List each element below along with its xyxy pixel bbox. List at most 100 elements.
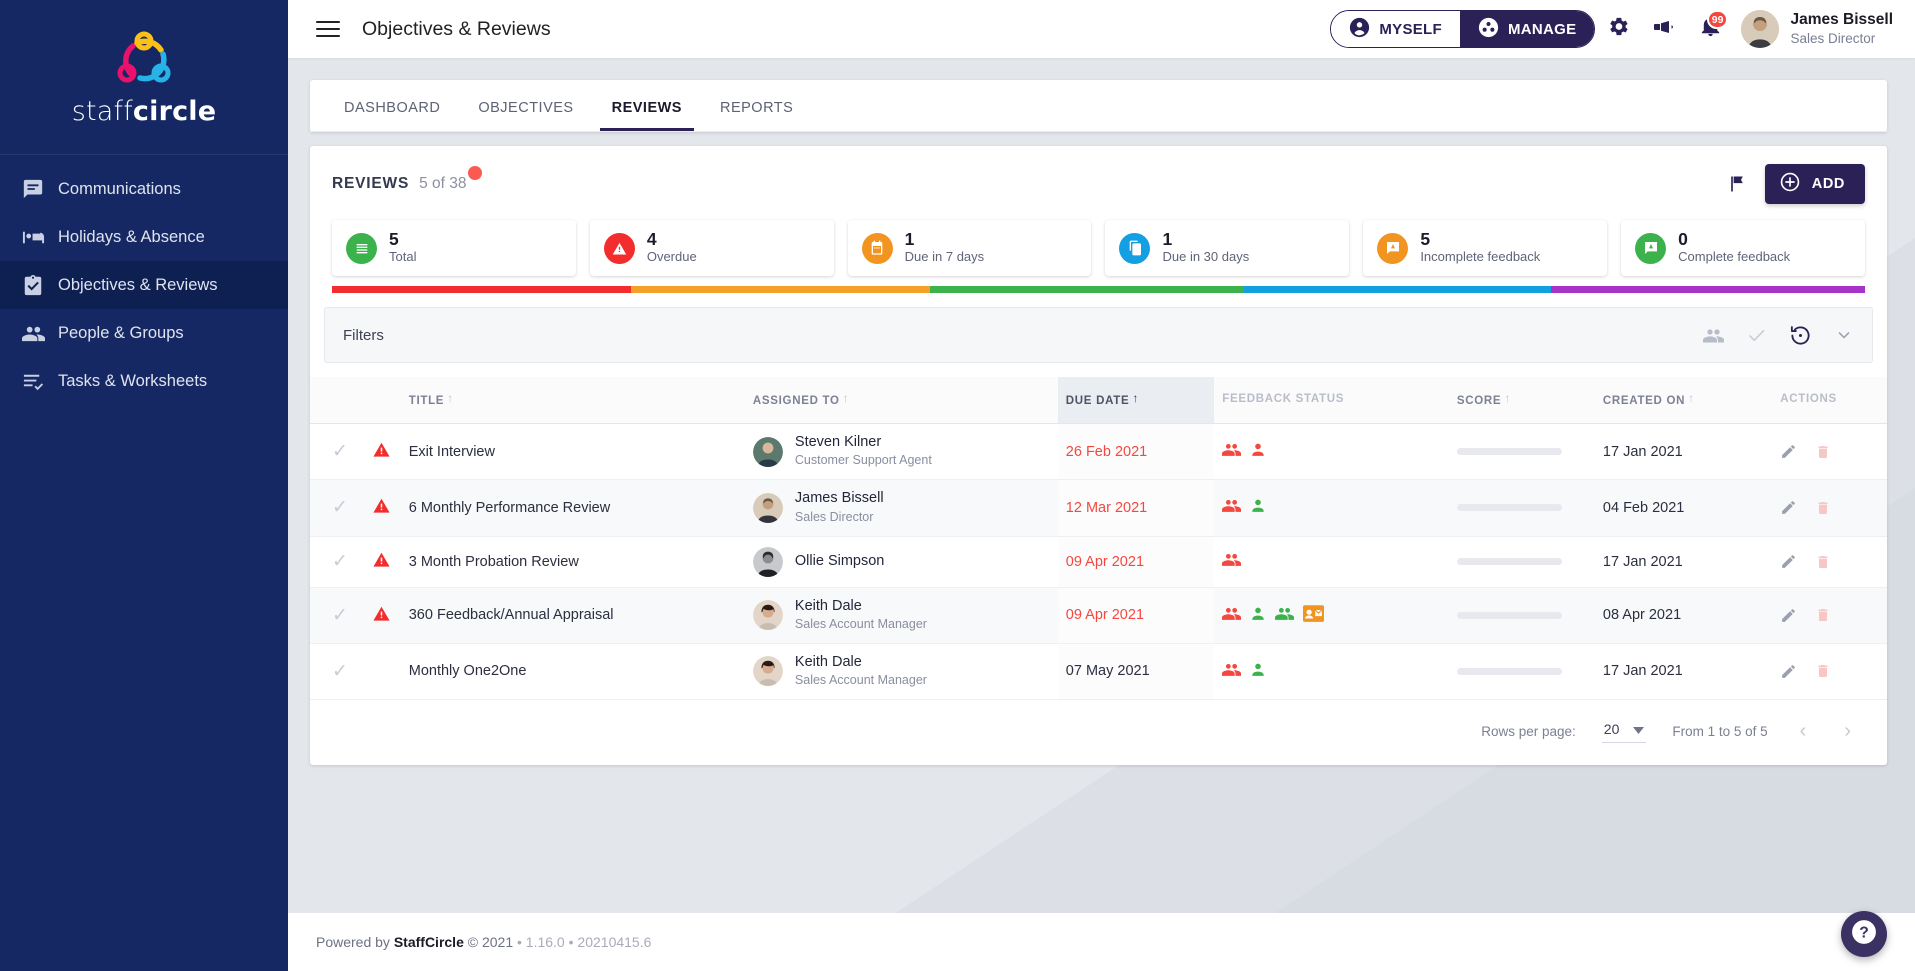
stat-value: 5 <box>1420 229 1431 250</box>
chevron-left-icon[interactable]: ‹ <box>1794 720 1813 743</box>
assignee[interactable]: Keith Dale Sales Account Manager <box>752 598 1050 633</box>
tab-dashboard[interactable]: DASHBOARD <box>332 100 452 131</box>
sidebar-item-holidays-absence[interactable]: Holidays & Absence <box>0 213 288 261</box>
check-icon[interactable]: ✓ <box>332 497 348 518</box>
settings-button[interactable] <box>1595 6 1641 52</box>
edit-icon[interactable] <box>1780 663 1797 680</box>
feedback-status-icons <box>1222 550 1441 573</box>
table-row[interactable]: ✓ 360 Feedback/Annual Appraisal Keith Da… <box>310 587 1887 644</box>
sidebar-item-tasks-worksheets[interactable]: Tasks & Worksheets <box>0 357 288 405</box>
th-title[interactable]: TITLE ↑ <box>400 377 745 424</box>
people-filter-icon[interactable] <box>1703 325 1724 346</box>
stat-card-complete-feedback[interactable]: 0 Complete feedback <box>1621 220 1865 276</box>
th-created-on[interactable]: CREATED ON ↑ <box>1594 377 1773 424</box>
row-select-cell[interactable]: ✓ <box>310 536 365 588</box>
th-due-date[interactable]: DUE DATE ↑ <box>1057 377 1215 424</box>
assignee[interactable]: James Bissell Sales Director <box>752 490 1050 525</box>
filters-bar[interactable]: Filters <box>324 307 1873 363</box>
brand-logo[interactable]: staffcircle <box>0 0 288 155</box>
check-icon[interactable]: ✓ <box>332 661 348 682</box>
table-row[interactable]: ✓ Exit Interview Steven Kilner Customer … <box>310 423 1887 481</box>
footer-prefix: Powered by <box>316 934 390 950</box>
row-title[interactable]: 360 Feedback/Annual Appraisal <box>400 587 745 644</box>
row-title[interactable]: 6 Monthly Performance Review <box>400 479 745 537</box>
edit-icon[interactable] <box>1780 443 1797 460</box>
stat-card-due-30-days[interactable]: 1 Due in 30 days <box>1105 220 1350 276</box>
stat-card-incomplete-feedback[interactable]: 5 Incomplete feedback <box>1363 220 1608 276</box>
assignee[interactable]: Keith Dale Sales Account Manager <box>752 654 1050 689</box>
check-icon[interactable]: ✓ <box>332 441 348 462</box>
check-icon[interactable] <box>1746 325 1767 346</box>
th-score[interactable]: SCORE ↑ <box>1448 377 1595 424</box>
stat-card-total[interactable]: 5 Total <box>332 220 576 276</box>
edit-icon[interactable] <box>1780 607 1797 624</box>
sidebar-item-people-groups[interactable]: People & Groups <box>0 309 288 357</box>
sidebar-item-communications[interactable]: Communications <box>0 165 288 213</box>
help-button[interactable]: ? <box>1841 911 1887 957</box>
assignee[interactable]: Steven Kilner Customer Support Agent <box>752 434 1050 469</box>
person-icon <box>1250 496 1266 519</box>
flag-icon[interactable] <box>1727 174 1747 194</box>
check-icon[interactable]: ✓ <box>332 605 348 626</box>
stat-value: 1 <box>1162 229 1173 250</box>
table-row[interactable]: ✓ 3 Month Probation Review Ollie Simpson <box>310 536 1887 588</box>
row-actions <box>1780 663 1879 680</box>
restore-icon[interactable] <box>1789 324 1812 347</box>
rows-per-page-select[interactable]: 20 <box>1601 721 1647 743</box>
th-assigned-to[interactable]: ASSIGNED TO ↑ <box>744 377 1058 424</box>
table-header-row: TITLE ↑ ASSIGNED TO ↑ DUE DATE ↑ FEEDBACK S… <box>310 377 1887 424</box>
row-due-date: 09 Apr 2021 <box>1057 587 1215 644</box>
row-title[interactable]: Monthly One2One <box>400 643 745 701</box>
row-select-cell[interactable]: ✓ <box>310 423 365 481</box>
assignee-name: James Bissell <box>794 490 884 507</box>
stat-card-overdue[interactable]: 4 Overdue <box>589 220 834 276</box>
tab-reports[interactable]: REPORTS <box>708 100 805 131</box>
table-row[interactable]: ✓ 6 Monthly Performance Review James Bis… <box>310 479 1887 537</box>
delete-icon[interactable] <box>1815 663 1831 679</box>
edit-icon[interactable] <box>1780 553 1797 570</box>
manage-button[interactable]: MANAGE <box>1459 11 1595 47</box>
assignee-role: Sales Account Manager <box>794 673 927 688</box>
chat-icon <box>22 178 58 200</box>
row-select-cell[interactable]: ✓ <box>310 587 365 644</box>
announcements-button[interactable] <box>1641 6 1687 52</box>
feedback-status-icons <box>1222 604 1441 627</box>
th-select <box>310 377 365 424</box>
stat-value: 5 <box>389 229 399 250</box>
notifications-button[interactable]: 99 <box>1687 6 1733 52</box>
tab-objectives[interactable]: OBJECTIVES <box>466 100 585 131</box>
avatar <box>752 600 783 631</box>
check-icon[interactable]: ✓ <box>332 551 348 572</box>
tab-reviews[interactable]: REVIEWS <box>599 100 694 131</box>
contact-card-icon <box>1303 604 1325 626</box>
row-created-on: 04 Feb 2021 <box>1594 479 1773 537</box>
footer-copyright: © 2021 <box>467 934 514 950</box>
people-icon <box>1222 550 1242 573</box>
delete-icon[interactable] <box>1815 444 1831 460</box>
sidebar-item-objectives-reviews[interactable]: Objectives & Reviews <box>0 261 288 309</box>
hamburger-icon[interactable] <box>316 21 340 37</box>
tab-label: REPORTS <box>719 100 794 116</box>
row-select-cell[interactable]: ✓ <box>310 479 365 537</box>
reviews-count: 5 of 38 <box>419 166 482 193</box>
score-bar <box>1456 448 1562 456</box>
delete-icon[interactable] <box>1815 554 1831 570</box>
row-title[interactable]: Exit Interview <box>400 423 745 481</box>
table-row[interactable]: ✓ Monthly One2One Keith Dale Sales Accou… <box>310 643 1887 701</box>
stat-card-due-7-days[interactable]: 1 Due in 7 days <box>847 220 1092 276</box>
user-menu[interactable]: James Bissell Sales Director <box>1741 10 1893 48</box>
add-button[interactable]: ADD <box>1764 164 1865 204</box>
delete-icon[interactable] <box>1815 500 1831 516</box>
edit-icon[interactable] <box>1780 499 1797 516</box>
chevron-right-icon[interactable]: › <box>1838 720 1857 743</box>
gear-icon <box>1607 15 1630 43</box>
row-select-cell[interactable]: ✓ <box>310 643 365 701</box>
chevron-down-icon[interactable] <box>1834 325 1854 345</box>
row-title[interactable]: 3 Month Probation Review <box>400 536 745 588</box>
stat-cards: 5 Total 4 Overdue 1 Due in 7 days 1 Due … <box>310 214 1887 276</box>
row-score-cell <box>1448 587 1595 644</box>
assignee[interactable]: Ollie Simpson <box>752 546 1050 577</box>
tab-bar: DASHBOARD OBJECTIVES REVIEWS REPORTS <box>310 80 1887 132</box>
myself-button[interactable]: MYSELF <box>1331 11 1460 47</box>
delete-icon[interactable] <box>1815 607 1831 623</box>
